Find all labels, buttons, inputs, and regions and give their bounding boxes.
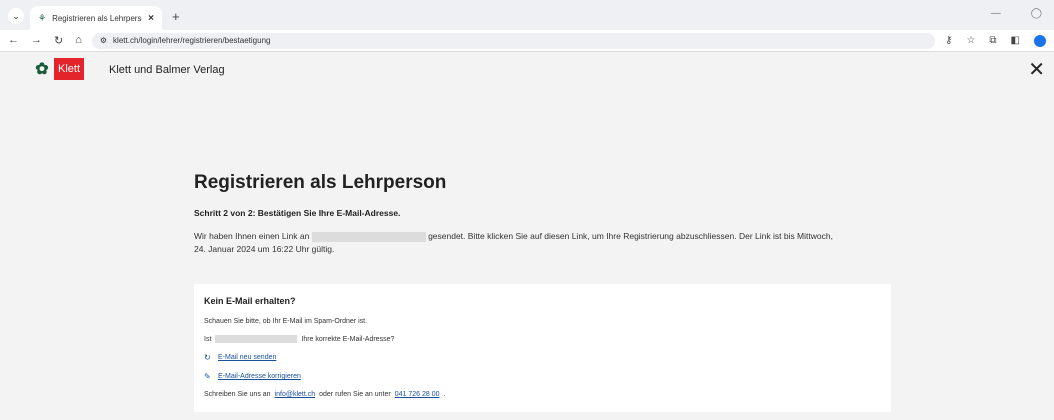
contact-line: Schreiben Sie uns an info@klett.ch oder … [204, 391, 881, 398]
tab-title: Registrieren als Lehrperson - Kl [52, 13, 142, 23]
ist-text: Ist [204, 335, 212, 343]
para-part-c: 24. Januar 2024 um 16:22 Uhr gültig. [194, 244, 335, 254]
tab-close-icon[interactable]: × [148, 13, 154, 24]
home-icon[interactable]: ⌂ [75, 34, 82, 47]
new-tab-button[interactable]: + [172, 9, 180, 24]
favicon-icon: ⚘ [38, 12, 47, 23]
refresh-icon: ↻ [204, 353, 211, 362]
no-email-card: Kein E-Mail erhalten? Schauen Sie bitte,… [194, 284, 891, 412]
restore-icon[interactable]: ◯ [1031, 8, 1042, 19]
para-part-b: gesendet. Bitte klicken Sie auf diesen L… [428, 231, 833, 241]
contact-text-b: oder rufen Sie an unter [319, 391, 391, 398]
period: . [443, 391, 446, 398]
browser-tabbar: ⌄ ⚘ Registrieren als Lehrperson - Kl × +… [0, 0, 1054, 30]
brand-name: Klett und Balmer Verlag [109, 64, 225, 76]
spam-text: Schauen Sie bitte, ob Ihr E-Mail im Spam… [204, 318, 368, 325]
sidepanel-icon[interactable]: ◧ [1011, 35, 1020, 46]
klett-logo[interactable]: ✿ Klett [32, 58, 85, 80]
phone-link[interactable]: 041 726 28 00 [395, 391, 440, 398]
close-icon[interactable]: ✕ [1028, 60, 1045, 80]
para-part-a: Wir haben Ihnen einen Link an [194, 231, 310, 241]
email-check-line: Ist Ihre korrekte E-Mail-Adresse? [204, 335, 881, 343]
redacted-email [311, 231, 426, 242]
key-icon[interactable]: ⚷ [945, 35, 952, 46]
url-text: klett.ch/login/lehrer/registrieren/besta… [113, 36, 271, 45]
fix-line: ✎ E-Mail-Adresse korrigieren [204, 372, 881, 381]
leaf-icon: ✿ [35, 61, 49, 78]
profile-avatar[interactable] [1034, 34, 1046, 47]
edit-icon: ✎ [204, 372, 211, 381]
resend-line: ↻ E-Mail neu senden [204, 353, 881, 362]
forward-icon[interactable]: → [31, 34, 42, 47]
minimize-icon[interactable]: — [991, 8, 1001, 19]
browser-tab[interactable]: ⚘ Registrieren als Lehrperson - Kl × [30, 6, 162, 30]
address-bar: ← → ↻ ⌂ ⚙ klett.ch/login/lehrer/registri… [0, 30, 1054, 52]
spam-hint: Schauen Sie bitte, ob Ihr E-Mail im Spam… [204, 318, 881, 325]
site-info-icon[interactable]: ⚙ [100, 36, 107, 45]
fix-email-link[interactable]: E-Mail-Adresse korrigieren [218, 373, 301, 380]
redacted-email-2 [215, 335, 298, 343]
reload-icon[interactable]: ↻ [54, 34, 63, 47]
resend-link[interactable]: E-Mail neu senden [218, 354, 276, 361]
card-title: Kein E-Mail erhalten? [204, 296, 296, 306]
bookmark-star-icon[interactable]: ☆ [966, 35, 975, 46]
window-controls: — ◯ [991, 8, 1042, 19]
email-link[interactable]: info@klett.ch [275, 391, 316, 398]
main-content: Registrieren als Lehrperson Schritt 2 vo… [194, 172, 894, 256]
correct-text: Ihre korrekte E-Mail-Adresse? [301, 335, 395, 343]
step-text: Schritt 2 von 2: Bestätigen Sie Ihre E-M… [194, 208, 401, 218]
back-icon[interactable]: ← [8, 34, 19, 47]
url-field[interactable]: ⚙ klett.ch/login/lehrer/registrieren/bes… [91, 32, 936, 49]
page-title: Registrieren als Lehrperson [194, 172, 447, 193]
tab-search-icon[interactable]: ⌄ [8, 8, 24, 24]
confirmation-text: Wir haben Ihnen einen Link an gesendet. … [194, 230, 894, 256]
logo-text: Klett [54, 58, 85, 80]
site-header: ✿ Klett Klett und Balmer Verlag ✕ [0, 52, 1054, 92]
contact-text-a: Schreiben Sie uns an [204, 391, 271, 398]
extensions-icon[interactable]: ⧉ [989, 35, 996, 46]
